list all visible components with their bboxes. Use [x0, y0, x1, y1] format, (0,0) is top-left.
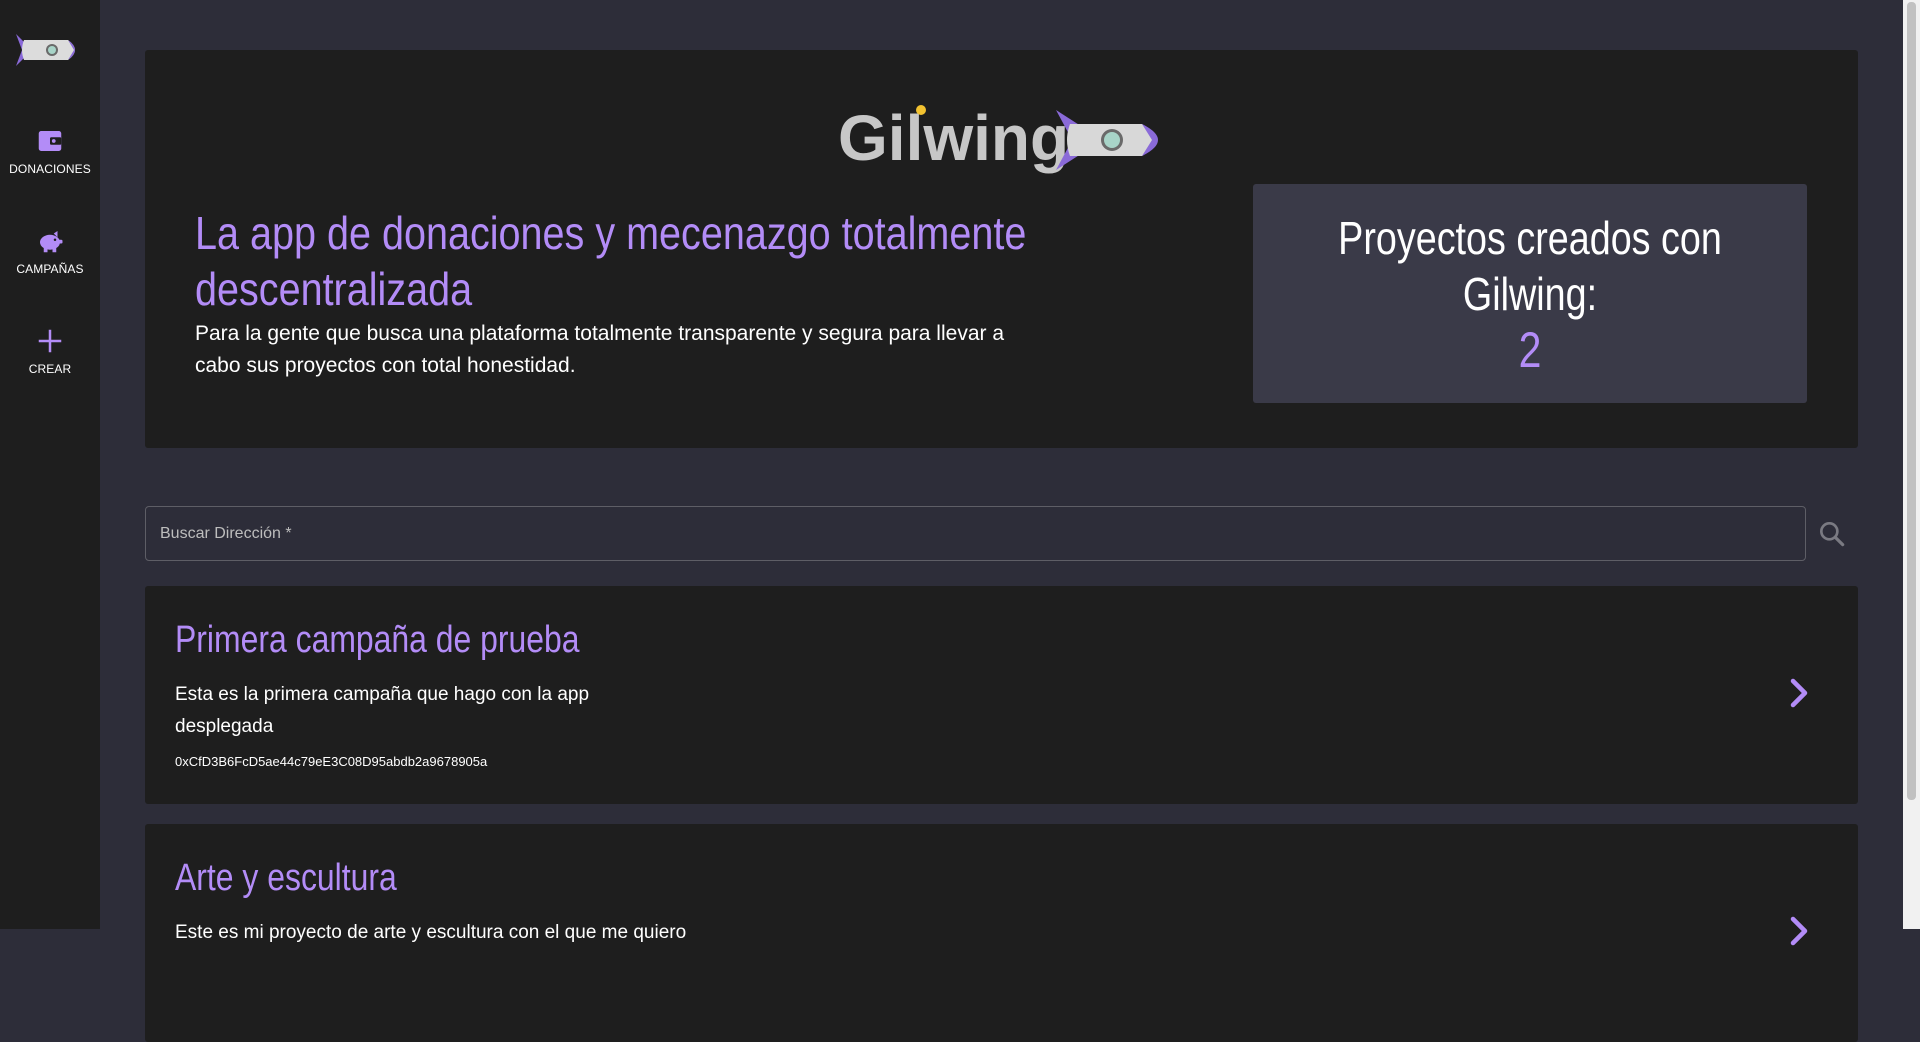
campaign-card[interactable]: Arte y escultura Este es mi proyecto de … — [145, 824, 1858, 1042]
rocket-icon — [1056, 110, 1158, 170]
rocket-logo-icon[interactable] — [12, 28, 88, 72]
sidebar: DONACIONES CAMPAÑAS CREAR — [0, 0, 100, 929]
gilwing-logo: Gilwing — [838, 102, 1158, 174]
plus-icon — [38, 329, 62, 353]
campaign-title: Arte y escultura — [175, 857, 397, 899]
stats-count: 2 — [1518, 322, 1542, 378]
page-title: La app de donaciones y mecenazgo totalme… — [195, 207, 1027, 315]
scrollbar-thumb[interactable] — [1907, 2, 1916, 800]
campaign-title: Primera campaña de prueba — [175, 619, 580, 661]
sidebar-item-donaciones[interactable]: DONACIONES — [0, 126, 100, 176]
scrollbar[interactable] — [1903, 0, 1920, 929]
wallet-icon — [38, 131, 62, 151]
sidebar-item-label: CREAR — [28, 362, 72, 376]
search-field — [145, 506, 1806, 561]
sidebar-item-label: CAMPAÑAS — [16, 262, 84, 276]
hero-panel: Gilwing La app de donaciones y mecenazgo… — [145, 50, 1858, 448]
projects-stats-card: Proyectos creados con Gilwing: 2 — [1253, 184, 1807, 403]
search-icon[interactable] — [1816, 518, 1848, 550]
chevron-right-icon[interactable] — [1781, 675, 1817, 711]
sidebar-item-crear[interactable]: CREAR — [0, 326, 100, 376]
sidebar-item-label: DONACIONES — [9, 162, 91, 176]
sidebar-item-campanas[interactable]: CAMPAÑAS — [0, 226, 100, 276]
campaign-description: Esta es la primera campaña que hago con … — [175, 684, 590, 737]
stats-title: Proyectos creados con Gilwing: — [1338, 212, 1722, 320]
piggy-bank-icon — [40, 231, 63, 253]
campaign-address: 0xCfD3B6FcD5ae44c79eE3C08D95abdb2a967890… — [175, 754, 488, 769]
campaign-card[interactable]: Primera campaña de prueba Esta es la pri… — [145, 586, 1858, 804]
chevron-right-icon[interactable] — [1781, 913, 1817, 949]
search-input[interactable] — [146, 507, 1805, 560]
brand-wordmark: Gilwing — [838, 102, 1069, 174]
campaign-description: Este es mi proyecto de arte y escultura … — [175, 922, 687, 943]
hero-subtitle: Para la gente que busca una plataforma t… — [195, 322, 1005, 377]
